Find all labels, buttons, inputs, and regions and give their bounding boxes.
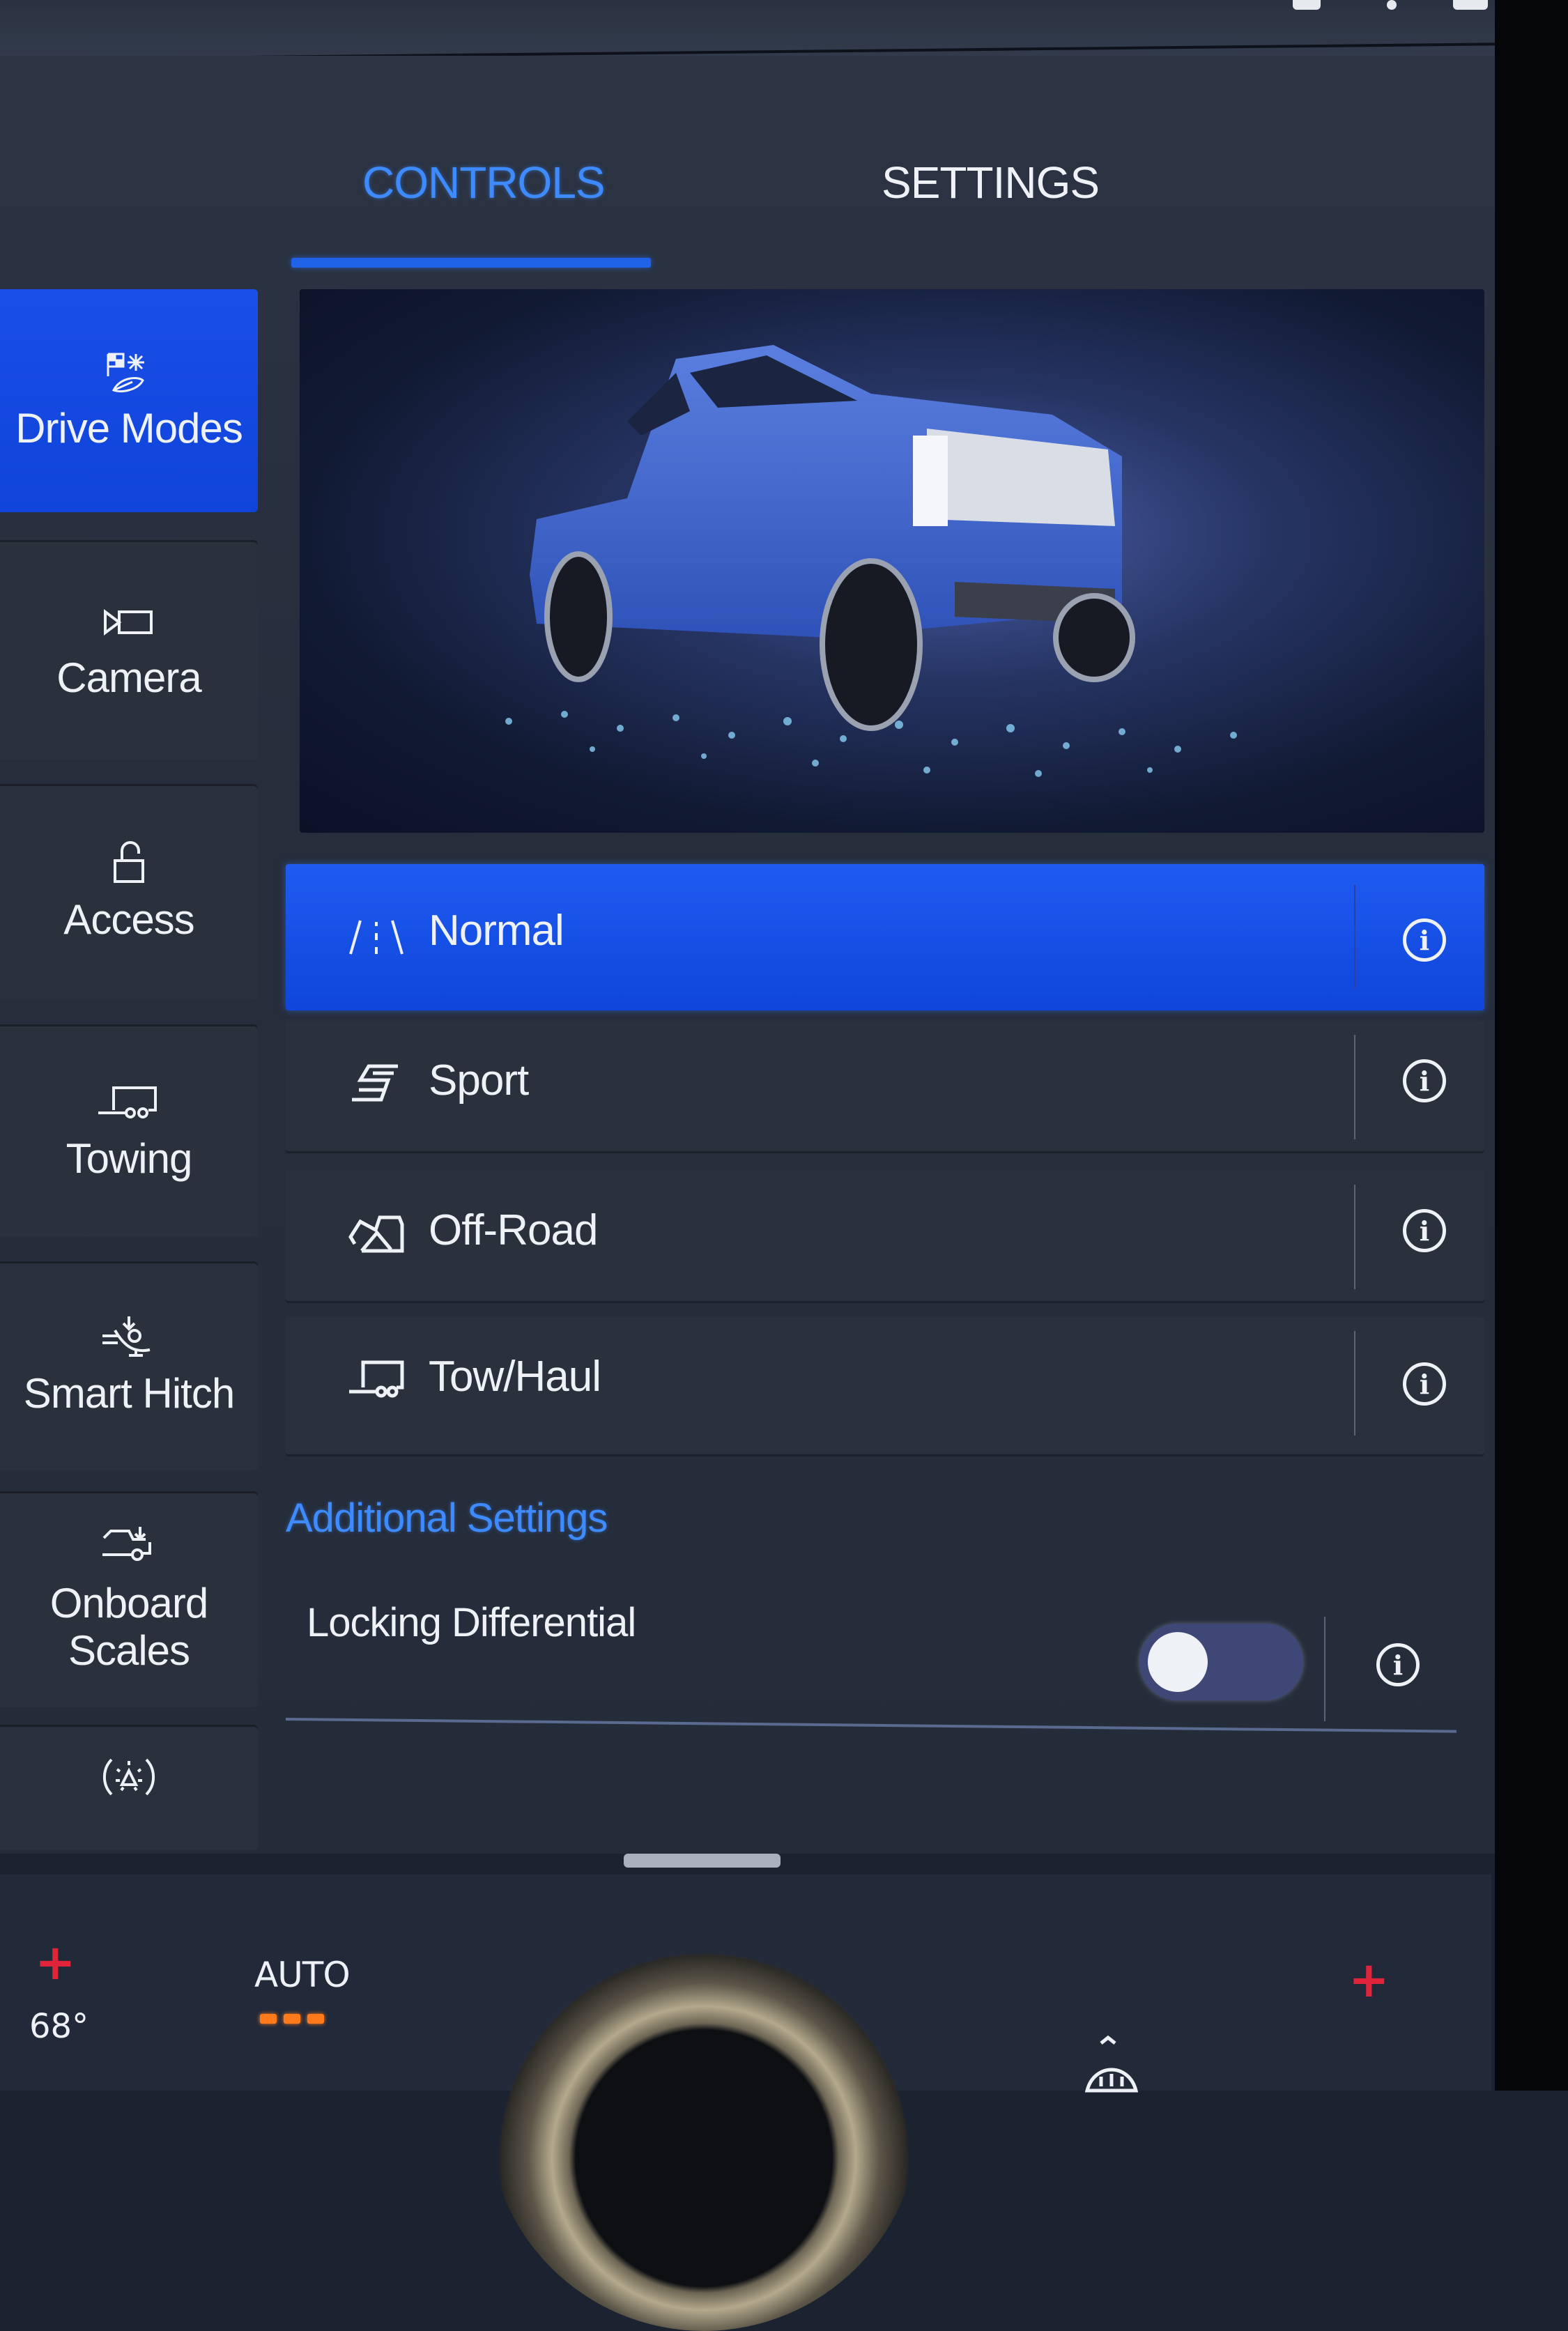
fan-mode-label[interactable]: AUTO — [254, 1955, 351, 1995]
status-icon-partial — [1293, 0, 1321, 10]
sidebar-item-onboard-scales[interactable]: Onboard Scales — [0, 1491, 258, 1707]
sport-s-icon — [345, 1056, 408, 1111]
status-text-partial — [1453, 0, 1488, 10]
device-bezel-right — [1495, 0, 1568, 2091]
sidebar-item-lighting[interactable] — [0, 1725, 258, 1850]
drive-mode-off-road[interactable]: Off-Road i — [286, 1171, 1484, 1303]
locking-differential-toggle[interactable] — [1139, 1624, 1303, 1700]
row-divider — [1354, 1185, 1355, 1289]
unlock-icon — [94, 840, 164, 888]
info-icon[interactable]: i — [1376, 1643, 1420, 1686]
row-divider — [1354, 1035, 1355, 1139]
sidebar-item-smart-hitch[interactable]: Smart Hitch — [0, 1261, 258, 1470]
drive-mode-tow-haul[interactable]: Tow/Haul i — [286, 1317, 1484, 1456]
tab-controls[interactable]: CONTROLS — [362, 157, 606, 208]
tab-active-indicator — [291, 258, 651, 268]
sidebar-item-label: Towing — [66, 1134, 193, 1182]
top-bezel — [0, 0, 1568, 61]
sidebar-item-access[interactable]: Access — [0, 784, 258, 1000]
drive-modes-icon — [94, 348, 164, 397]
smart-hitch-icon — [94, 1314, 164, 1362]
sidebar-item-drive-modes[interactable]: Drive Modes — [0, 289, 258, 512]
sidebar-item-label: Drive Modes — [15, 405, 243, 452]
volume-knob[interactable] — [488, 1899, 920, 2331]
info-icon[interactable]: i — [1403, 1209, 1446, 1252]
off-road-mountain-icon — [345, 1206, 408, 1261]
toggle-knob — [1148, 1632, 1208, 1692]
info-icon[interactable]: i — [1403, 918, 1446, 962]
camera-icon — [94, 598, 164, 647]
drive-mode-label: Off-Road — [429, 1206, 598, 1254]
fan-level-bar — [284, 2014, 300, 2024]
sidebar-item-label: Smart Hitch — [23, 1370, 235, 1417]
additional-settings-heading: Additional Settings — [286, 1495, 608, 1541]
info-icon[interactable]: i — [1403, 1362, 1446, 1406]
row-divider — [1354, 1331, 1355, 1436]
info-icon[interactable]: i — [1403, 1059, 1446, 1102]
drive-mode-label: Sport — [429, 1056, 529, 1105]
row-divider — [1354, 885, 1355, 990]
drive-mode-normal[interactable]: Normal i — [286, 864, 1484, 1010]
sidebar-item-label: Camera — [56, 654, 201, 701]
drive-mode-label: Tow/Haul — [429, 1353, 601, 1401]
sidebar-item-towing[interactable]: Towing — [0, 1024, 258, 1237]
drive-mode-label: Normal — [429, 907, 564, 955]
trailer-icon — [94, 1079, 164, 1128]
sidebar-item-camera[interactable]: Camera — [0, 540, 258, 760]
locking-differential-row: Locking Differential i — [285, 1589, 1456, 1733]
fan-level-indicator — [260, 2014, 324, 2024]
driver-temp-increase-button[interactable]: + — [35, 1934, 76, 1991]
locking-differential-label: Locking Differential — [307, 1600, 636, 1645]
fan-level-bar — [307, 2014, 324, 2024]
sidebar-item-label: Onboard Scales — [49, 1580, 209, 1674]
passenger-temp-increase-button[interactable]: + — [1348, 1951, 1390, 2008]
status-dot-partial — [1387, 0, 1397, 10]
lighting-icon — [94, 1753, 164, 1801]
row-divider — [1324, 1617, 1325, 1721]
tab-settings[interactable]: SETTINGS — [882, 157, 1100, 208]
normal-road-icon — [345, 909, 408, 965]
vehicle-image — [300, 289, 1484, 833]
driver-temperature: 68° — [29, 2007, 89, 2046]
drive-mode-sport[interactable]: Sport i — [286, 1021, 1484, 1153]
sidebar-item-label: Access — [63, 896, 194, 943]
tow-haul-trailer-icon — [345, 1352, 408, 1408]
fan-level-bar — [260, 2014, 277, 2024]
onboard-scales-icon — [94, 1524, 164, 1573]
drawer-handle[interactable] — [624, 1854, 781, 1868]
